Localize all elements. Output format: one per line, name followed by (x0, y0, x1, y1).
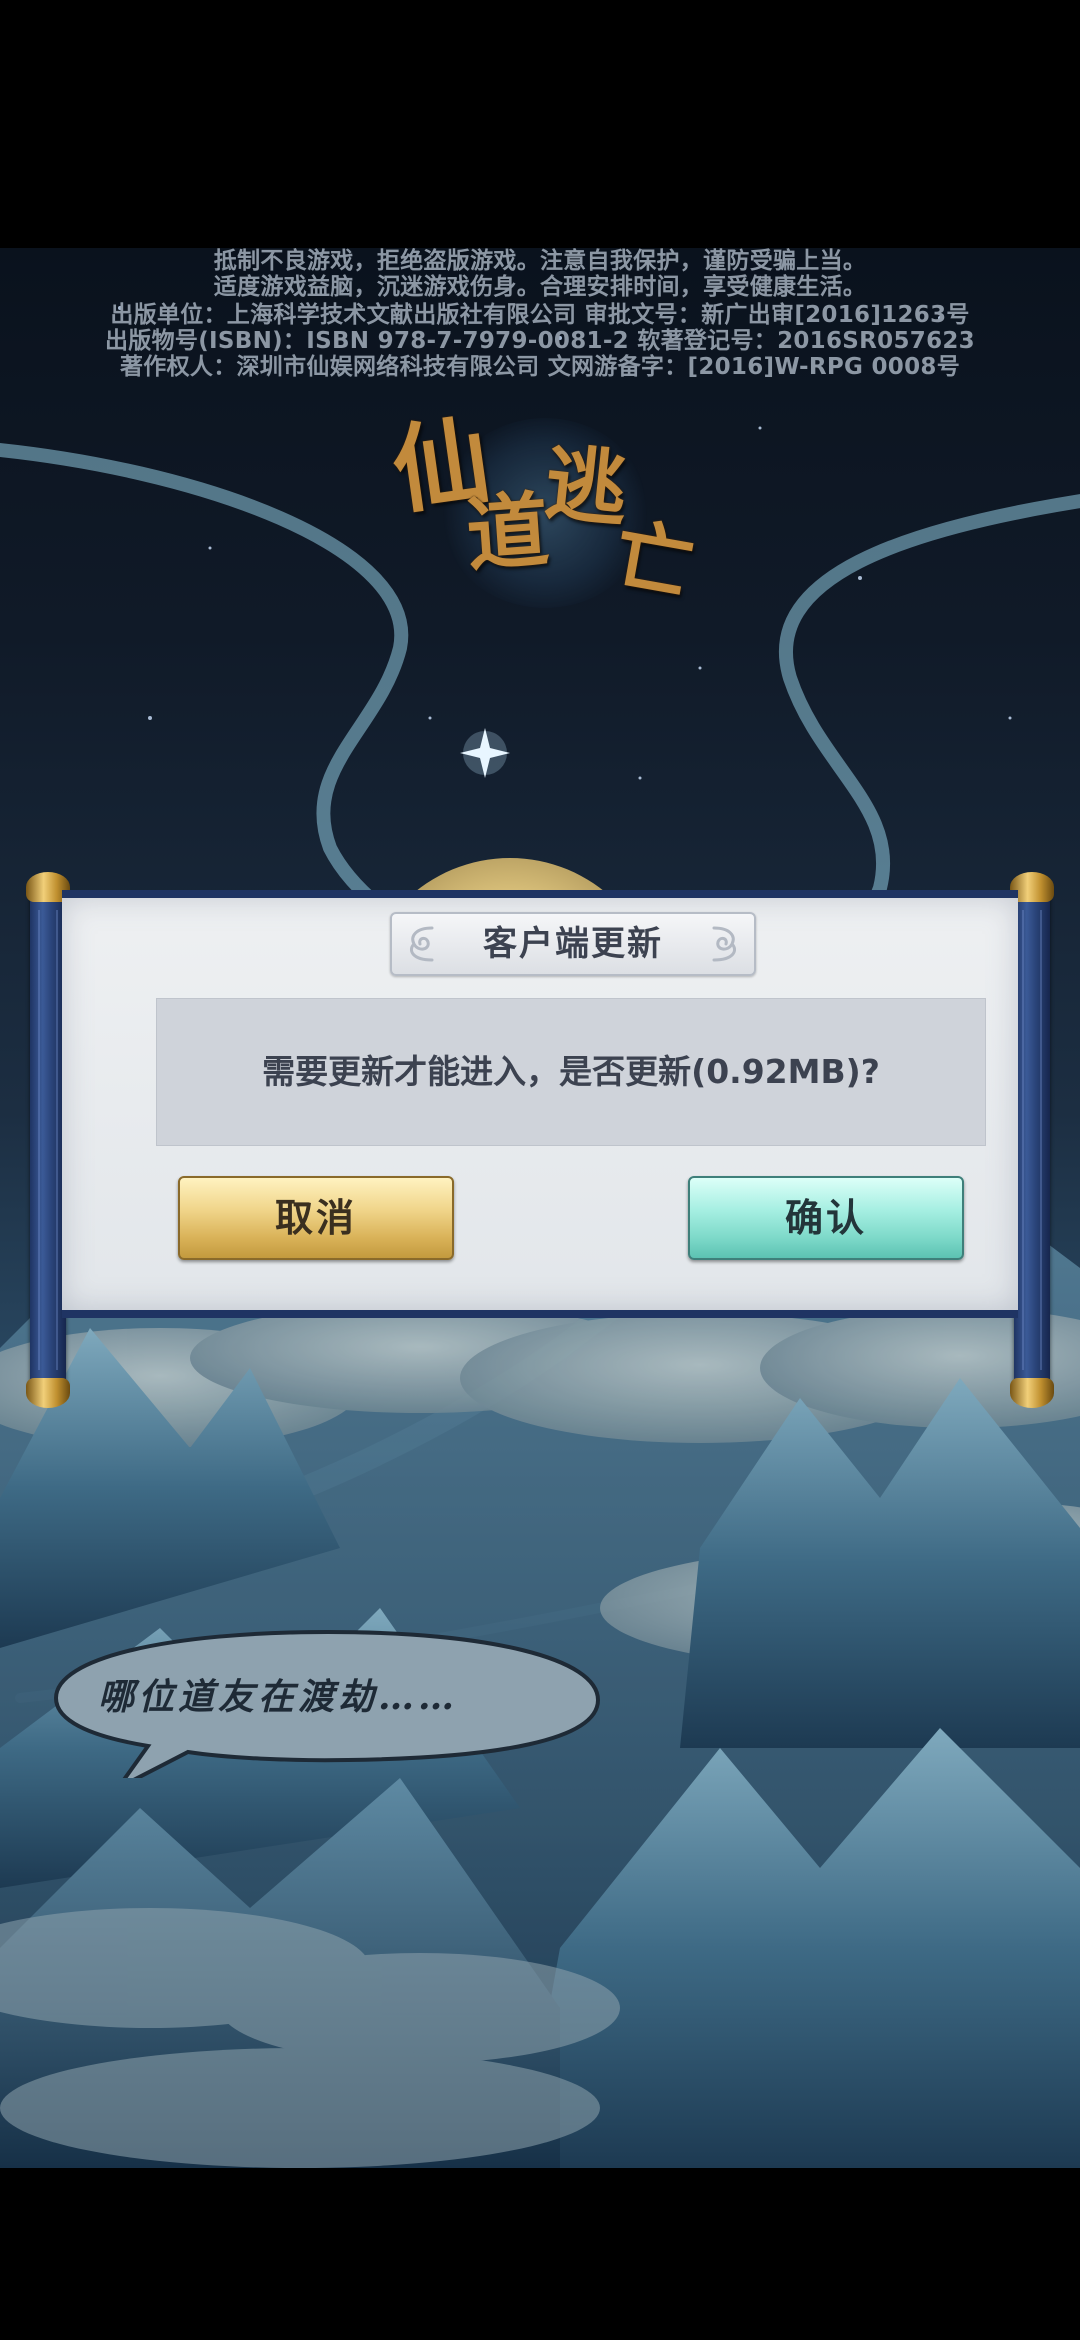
confirm-button[interactable]: 确认 (688, 1176, 964, 1260)
bright-star (460, 728, 510, 778)
notice-line-5: 著作权人：深圳市仙娱网络科技有限公司 文网游备字：[2016]W-RPG 000… (120, 354, 960, 380)
speech-bubble: 哪位道友在渡劫…… (48, 1628, 608, 1778)
speech-bubble-text: 哪位道友在渡劫…… (98, 1676, 459, 1718)
notice-line-2: 适度游戏益脑，沉迷游戏伤身。合理安排时间，享受健康生活。 (213, 274, 867, 300)
game-screen: 抵制不良游戏，拒绝盗版游戏。注意自我保护，谨防受骗上当。 适度游戏益脑，沉迷游戏… (0, 0, 1080, 2340)
game-logo: 仙 道 逃 亡 (380, 388, 720, 618)
dialog-title-plate: 客户端更新 (390, 912, 756, 976)
dialog-panel: 客户端更新 需要更新才能进入，是否更新(0.92MB)? 取消 确认 (62, 890, 1018, 1318)
logo-char-2: 道 (463, 482, 552, 584)
update-dialog: 客户端更新 需要更新才能进入，是否更新(0.92MB)? 取消 确认 (26, 872, 1054, 1408)
dialog-message-box: 需要更新才能进入，是否更新(0.92MB)? (156, 998, 986, 1146)
splash-scene: 抵制不良游戏，拒绝盗版游戏。注意自我保护，谨防受骗上当。 适度游戏益脑，沉迷游戏… (0, 248, 1080, 2168)
notice-line-3: 出版单位：上海科学技术文献出版社有限公司 审批文号：新广出审[2016]1263… (110, 302, 970, 328)
cancel-button[interactable]: 取消 (178, 1176, 454, 1260)
scroll-cap-bottom-left (26, 1378, 70, 1408)
scroll-cap-bottom-right (1010, 1378, 1054, 1408)
dialog-message: 需要更新才能进入，是否更新(0.92MB)? (262, 1052, 880, 1091)
notice-line-1: 抵制不良游戏，拒绝盗版游戏。注意自我保护，谨防受骗上当。 (213, 248, 867, 274)
notice-line-4: 出版物号(ISBN)：ISBN 978-7-7979-0081-2 软著登记号：… (105, 328, 975, 354)
cloud-ornament-right-icon (712, 926, 737, 962)
scroll-rod-right (1010, 872, 1054, 1408)
dialog-title: 客户端更新 (483, 924, 663, 964)
scroll-rod-left (26, 872, 70, 1408)
